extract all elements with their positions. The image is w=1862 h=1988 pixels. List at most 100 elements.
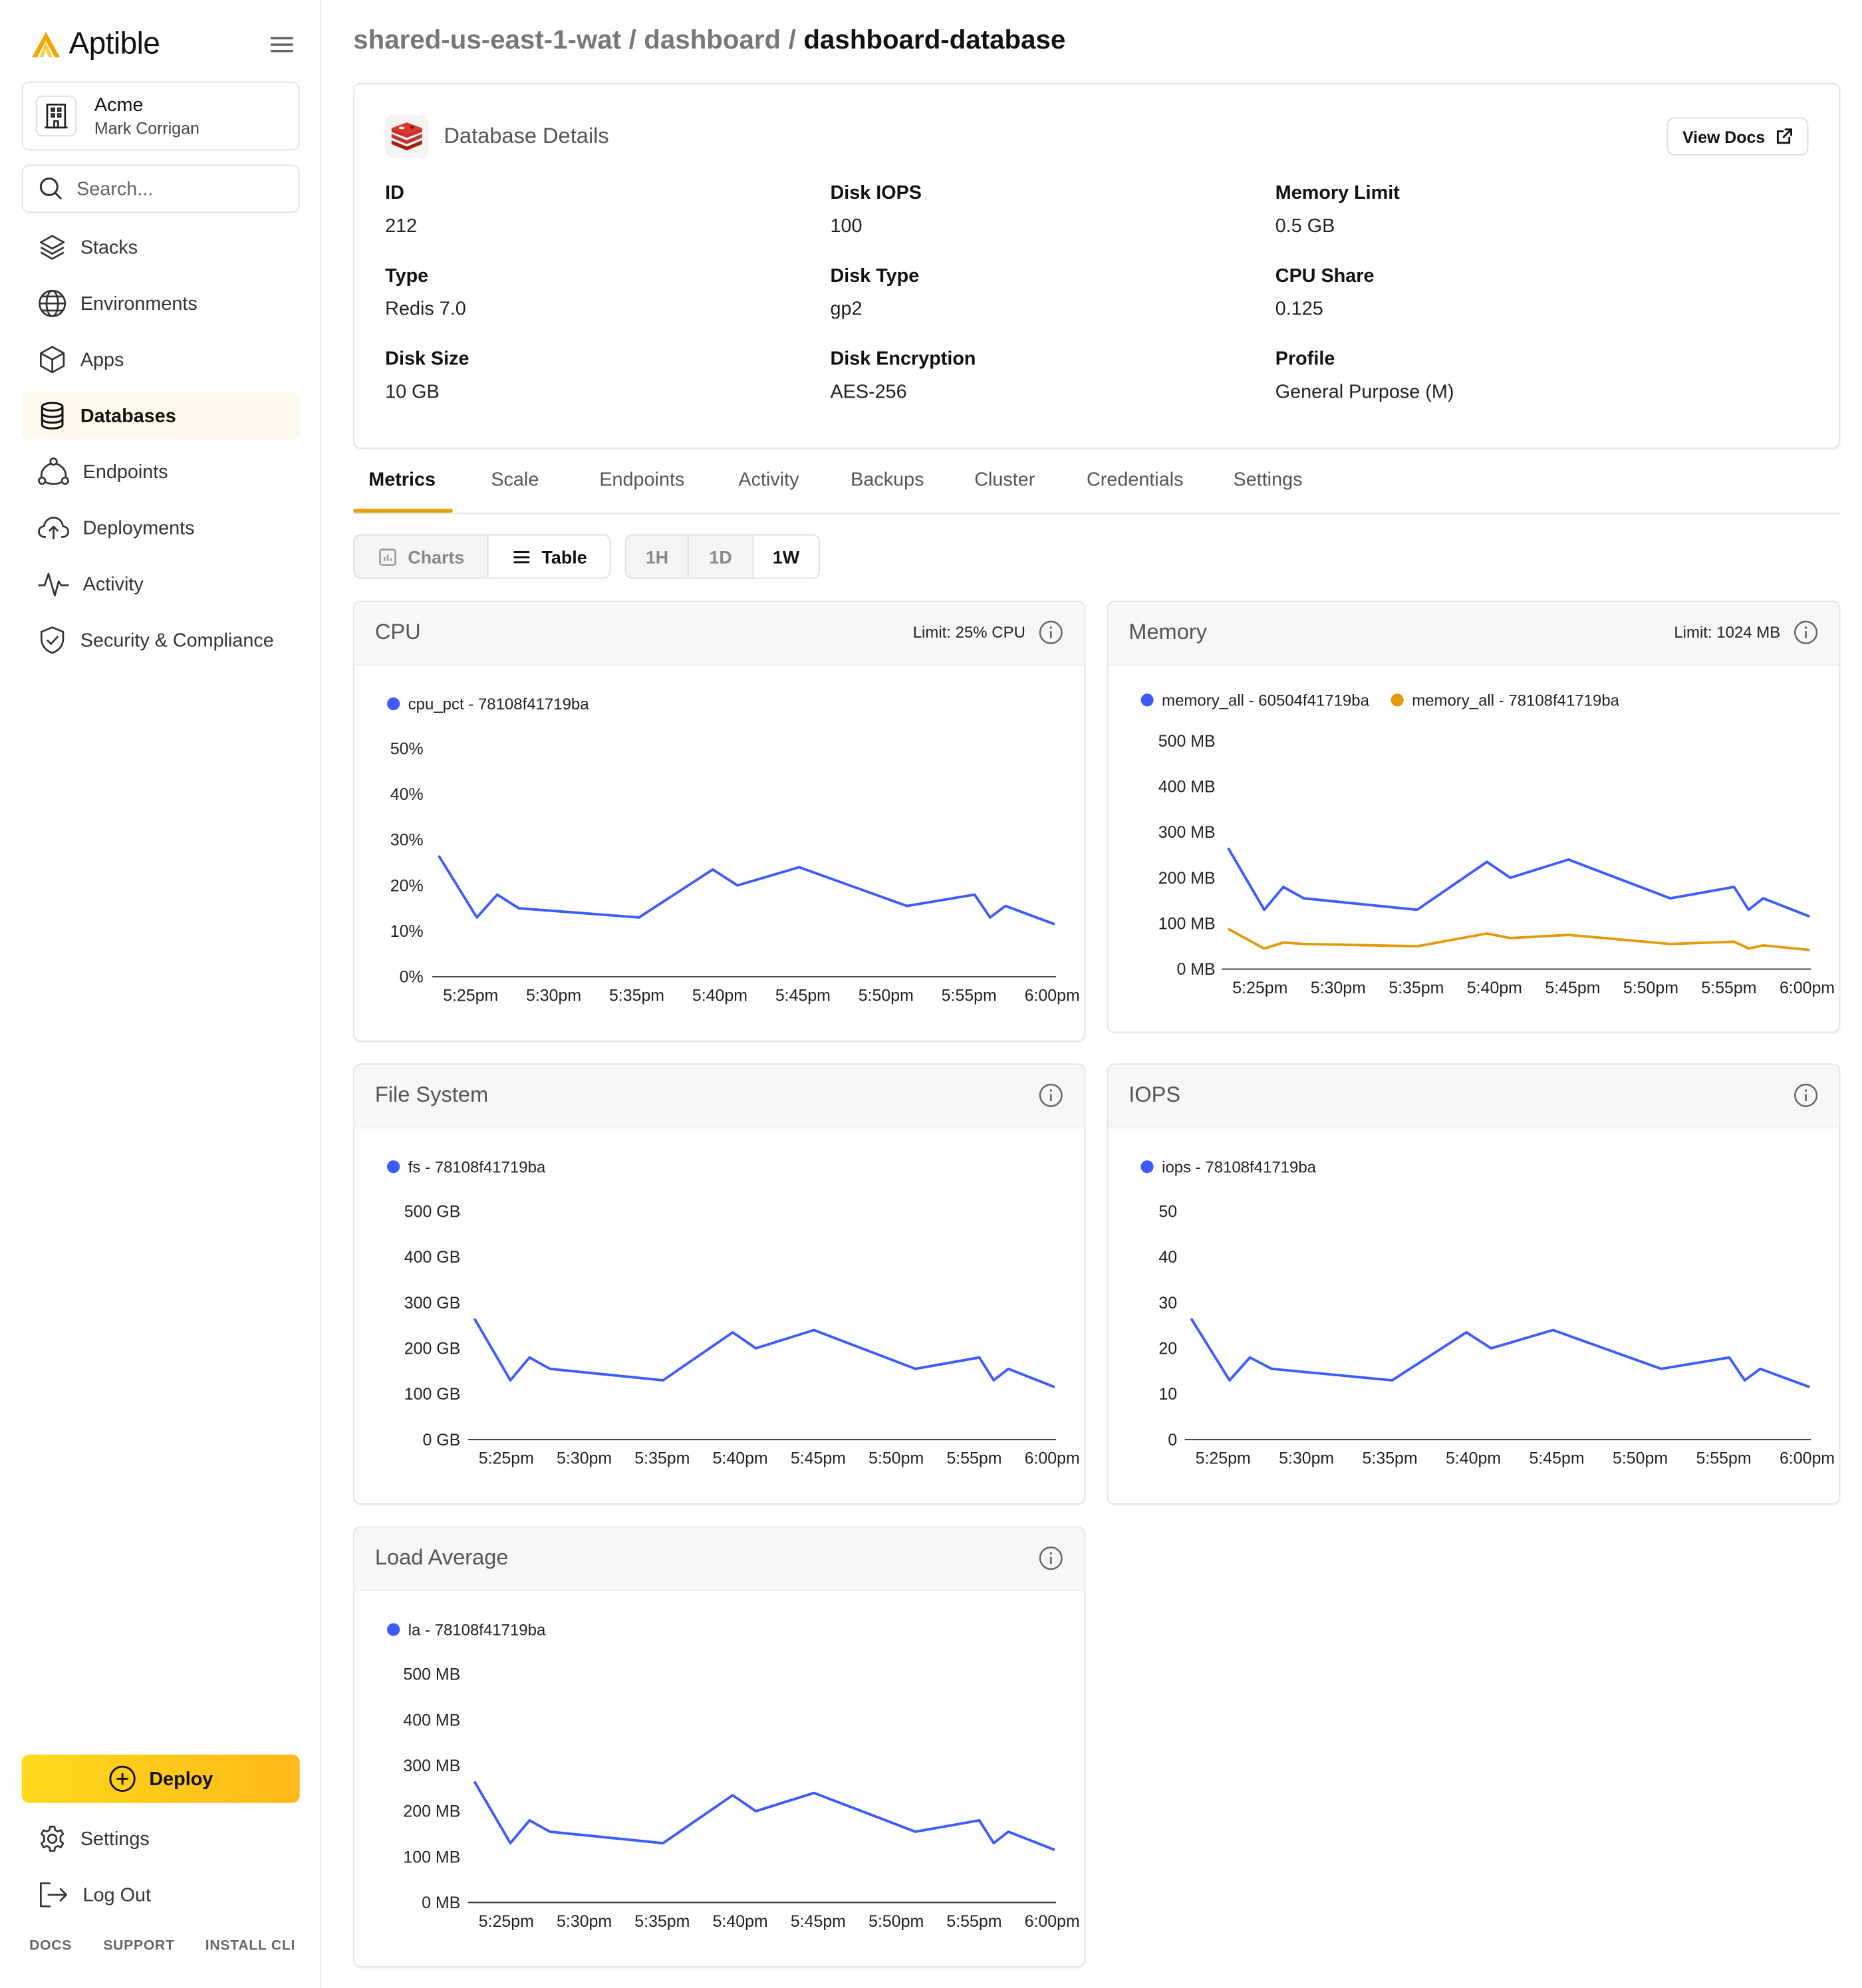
details-title: Database Details bbox=[444, 124, 609, 148]
range-1w-button[interactable]: 1W bbox=[753, 535, 819, 578]
tab-cluster[interactable]: Cluster bbox=[974, 469, 1035, 491]
cube-icon bbox=[40, 346, 65, 374]
series-line[interactable] bbox=[473, 1318, 1055, 1388]
x-tick-label: 5:50pm bbox=[1623, 979, 1678, 997]
detail-type: Type Redis 7.0 bbox=[385, 264, 819, 322]
x-tick-label: 5:55pm bbox=[1696, 1449, 1751, 1468]
breadcrumb-environment[interactable]: dashboard bbox=[644, 25, 781, 55]
org-switcher[interactable]: Acme Mark Corrigan bbox=[21, 81, 300, 151]
info-icon[interactable] bbox=[1038, 1082, 1063, 1108]
sidebar-item-databases[interactable]: Databases bbox=[21, 391, 300, 440]
info-icon[interactable] bbox=[1038, 620, 1063, 645]
y-tick-label: 100 MB bbox=[403, 1848, 460, 1866]
x-tick-label: 5:45pm bbox=[791, 1912, 846, 1931]
detail-label: Type bbox=[385, 265, 429, 287]
breadcrumb-stack[interactable]: shared-us-east-1-wat bbox=[353, 25, 621, 55]
globe-icon bbox=[39, 289, 66, 317]
y-tick-label: 40 bbox=[1158, 1248, 1177, 1267]
table-toggle-button[interactable]: Table bbox=[488, 535, 610, 578]
x-tick-label: 5:40pm bbox=[713, 1912, 768, 1931]
tab-credentials[interactable]: Credentials bbox=[1087, 469, 1184, 491]
charts-toggle-button[interactable]: Charts bbox=[354, 535, 489, 578]
sidebar-item-deployments[interactable]: Deployments bbox=[22, 504, 300, 553]
view-docs-button[interactable]: View Docs bbox=[1666, 117, 1809, 156]
legend-label[interactable]: cpu_pct - 78108f41719ba bbox=[408, 695, 590, 713]
tab-scale[interactable]: Scale bbox=[491, 469, 539, 491]
info-icon[interactable] bbox=[1793, 620, 1818, 645]
x-tick-label: 6:00pm bbox=[1780, 979, 1835, 997]
detail-disk-type: Disk Type gp2 bbox=[830, 264, 1264, 322]
legend-dot bbox=[387, 1623, 400, 1636]
cloud-upload-icon bbox=[38, 517, 69, 540]
tab-backups[interactable]: Backups bbox=[851, 469, 924, 491]
y-tick-label: 50 bbox=[1158, 1203, 1177, 1221]
series-line[interactable] bbox=[1227, 847, 1811, 918]
tab-activity[interactable]: Activity bbox=[738, 469, 799, 491]
sidebar-item-label: Log Out bbox=[82, 1884, 152, 1906]
x-tick-label: 5:35pm bbox=[634, 1912, 690, 1931]
y-tick-label: 200 GB bbox=[404, 1340, 461, 1358]
series-line[interactable] bbox=[438, 855, 1055, 926]
legend-label[interactable]: iops - 78108f41719ba bbox=[1162, 1158, 1317, 1176]
y-tick-label: 10 bbox=[1158, 1385, 1177, 1404]
list-icon bbox=[513, 550, 529, 563]
card-title: IOPS bbox=[1129, 1082, 1181, 1107]
sidebar-footer-links: DOCS SUPPORT INSTALL CLI bbox=[29, 1938, 295, 1953]
series-line[interactable] bbox=[473, 1781, 1055, 1852]
x-tick-label: 5:45pm bbox=[775, 986, 831, 1005]
sidebar-item-endpoints[interactable]: Endpoints bbox=[22, 447, 300, 496]
deploy-button[interactable]: Deploy bbox=[21, 1754, 300, 1803]
x-tick-label: 5:45pm bbox=[1530, 1449, 1585, 1468]
legend-label[interactable]: fs - 78108f41719ba bbox=[408, 1158, 546, 1176]
series-line[interactable] bbox=[1227, 928, 1810, 951]
active-tab-indicator bbox=[353, 509, 453, 513]
legend-label[interactable]: la - 78108f41719ba bbox=[408, 1622, 546, 1640]
series-line[interactable] bbox=[1190, 1318, 1811, 1388]
detail-profile: Profile General Purpose (M) bbox=[1275, 347, 1709, 406]
la-metric-card: Load Average la - 78108f41719ba 500 MB 400 … bbox=[353, 1526, 1086, 1968]
sidebar-item-security-compliance[interactable]: Security & Compliance bbox=[22, 616, 300, 664]
y-tick-label: 0% bbox=[400, 968, 424, 987]
sidebar-item-activity[interactable]: Activity bbox=[22, 560, 300, 608]
x-tick-label: 5:45pm bbox=[1545, 979, 1600, 997]
view-docs-label: View Docs bbox=[1682, 126, 1766, 146]
sidebar-nav: Stacks Environments Apps Databases Endpo… bbox=[21, 223, 300, 672]
sidebar-item-environments[interactable]: Environments bbox=[22, 279, 300, 328]
search-input[interactable]: Search... bbox=[21, 164, 300, 213]
external-link-icon bbox=[1776, 128, 1792, 144]
gear-icon bbox=[40, 1825, 65, 1852]
sidebar-item-apps[interactable]: Apps bbox=[22, 335, 300, 384]
legend-label[interactable]: memory_all - 60504f41719ba bbox=[1162, 692, 1369, 710]
detail-label: ID bbox=[385, 182, 404, 204]
detail-label: Profile bbox=[1275, 348, 1335, 370]
support-link[interactable]: SUPPORT bbox=[103, 1938, 205, 1953]
x-tick-label: 5:30pm bbox=[557, 1912, 612, 1931]
x-tick-label: 5:25pm bbox=[1232, 979, 1287, 997]
detail-value: 0.5 GB bbox=[1275, 215, 1335, 237]
activity-icon bbox=[38, 572, 69, 596]
fs-metric-card: File System fs - 78108f41719ba 500 GB 400 G… bbox=[353, 1063, 1086, 1505]
sidebar-item-label: Settings bbox=[80, 1828, 150, 1850]
card-title: Memory bbox=[1129, 620, 1208, 644]
tab-metrics[interactable]: Metrics bbox=[368, 469, 436, 491]
range-1h-button[interactable]: 1H bbox=[626, 535, 690, 578]
sidebar-item-stacks[interactable]: Stacks bbox=[22, 223, 300, 272]
range-1d-button[interactable]: 1D bbox=[689, 535, 753, 578]
brand-logo[interactable]: Aptible bbox=[31, 25, 160, 64]
sidebar-bottom-nav: Settings Log Out bbox=[22, 1814, 300, 1927]
tab-endpoints[interactable]: Endpoints bbox=[599, 469, 684, 491]
sidebar-item-settings[interactable]: Settings bbox=[22, 1814, 300, 1863]
sidebar-item-logout[interactable]: Log Out bbox=[22, 1870, 300, 1919]
detail-label: Disk Type bbox=[830, 265, 920, 287]
info-icon[interactable] bbox=[1038, 1545, 1063, 1570]
x-tick-label: 5:35pm bbox=[1389, 979, 1444, 997]
install-cli-link[interactable]: INSTALL CLI bbox=[205, 1938, 295, 1953]
info-icon[interactable] bbox=[1793, 1082, 1818, 1108]
tab-settings[interactable]: Settings bbox=[1234, 469, 1303, 491]
x-tick-label: 5:25pm bbox=[443, 986, 498, 1005]
legend-label[interactable]: memory_all - 78108f41719ba bbox=[1412, 692, 1619, 710]
y-tick-label: 20% bbox=[390, 876, 424, 895]
hamburger-menu-icon[interactable] bbox=[268, 33, 299, 57]
x-tick-label: 5:40pm bbox=[692, 986, 747, 1005]
docs-link[interactable]: DOCS bbox=[29, 1938, 103, 1953]
